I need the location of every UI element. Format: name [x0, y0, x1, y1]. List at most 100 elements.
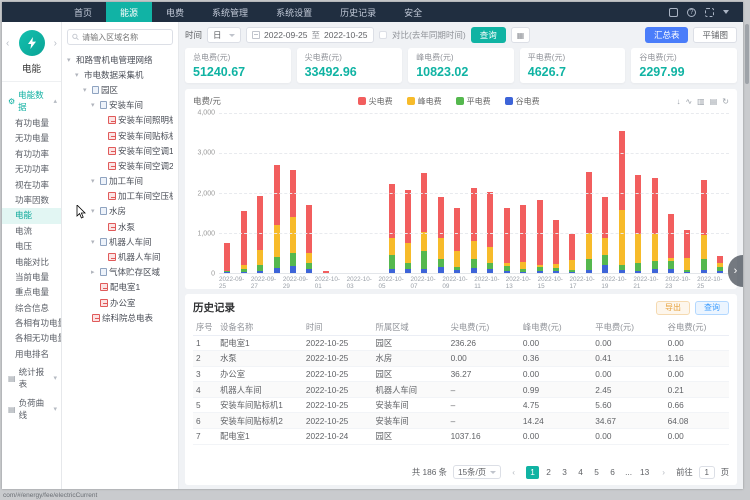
sidebar-item-功率因数[interactable]: 功率因数 [2, 193, 61, 208]
tree-node-安装车间贴标机1[interactable]: 安装车间贴标机1 [67, 128, 173, 143]
refresh-icon[interactable]: ↻ [722, 97, 729, 106]
tree-caret-icon[interactable]: ▸ [91, 268, 98, 276]
table-cell: 0.00 [520, 429, 592, 445]
prev-page-button[interactable]: ‹ [507, 466, 520, 479]
tree-node-加工车间空压机[interactable]: 加工车间空压机 [67, 189, 173, 204]
tree-node-办公室[interactable]: 办公室 [67, 295, 173, 310]
tree-caret-icon[interactable]: ▾ [91, 238, 98, 246]
table-row[interactable]: 5安装车间贴标机12022-10-25安装车间–4.755.600.66 [193, 397, 729, 413]
page-button-2[interactable]: 2 [542, 466, 555, 479]
module-prev-chevron-icon[interactable]: ‹ [6, 38, 9, 49]
page-button-13[interactable]: 13 [638, 466, 651, 479]
tile-view-button[interactable]: 平铺图 [693, 27, 737, 43]
fullscreen-icon[interactable] [705, 8, 714, 17]
sidebar-item-当前电量[interactable]: 当前电量 [2, 270, 61, 285]
tree-node-气体贮存区域[interactable]: ▸气体贮存区域 [67, 265, 173, 280]
legend-item-尖电费[interactable]: 尖电费 [358, 96, 393, 107]
menu-section-负荷曲线[interactable]: ▤负荷曲线▾ [2, 393, 61, 424]
tree-node-机器人车间[interactable]: 机器人车间 [67, 249, 173, 264]
page-button-4[interactable]: 4 [574, 466, 587, 479]
page-button-3[interactable]: 3 [558, 466, 571, 479]
tree-caret-icon[interactable]: ▾ [75, 71, 82, 79]
link-icon[interactable] [669, 8, 678, 17]
sidebar-item-电压[interactable]: 电压 [2, 239, 61, 254]
sidebar-item-综合信息[interactable]: 综合信息 [2, 301, 61, 316]
per-page-select[interactable]: 15条/页 [453, 465, 501, 479]
query-button[interactable]: 查询 [471, 27, 506, 43]
tree-node-园区[interactable]: ▾园区 [67, 82, 173, 97]
tree-search-input[interactable] [82, 33, 168, 42]
menu-section-energy-data[interactable]: ⚙ 电能数据 ▴ [2, 86, 61, 116]
summary-table-button[interactable]: 汇总表 [645, 27, 689, 43]
nav-tab-3[interactable]: 电费 [152, 2, 198, 22]
scrollbar-thumb[interactable] [745, 24, 749, 84]
nav-tab-7[interactable]: 安全 [390, 2, 436, 22]
download-icon[interactable]: ↓ [676, 97, 680, 106]
sidebar-item-电能对比[interactable]: 电能对比 [2, 255, 61, 270]
table-rows-viewport[interactable]: 序号设备名称时间所属区域尖电费(元)峰电费(元)平电费(元)谷电费(元) 1配电… [193, 319, 729, 462]
module-next-chevron-icon[interactable]: › [54, 38, 57, 49]
history-table: 序号设备名称时间所属区域尖电费(元)峰电费(元)平电费(元)谷电费(元) 1配电… [193, 319, 729, 445]
tree-node-加工车间[interactable]: ▾加工车间 [67, 174, 173, 189]
date-range-picker[interactable]: 2022-09-25 至 2022-10-25 [246, 27, 374, 43]
compare-checkbox[interactable] [379, 31, 387, 39]
tree-node-安装车间[interactable]: ▾安装车间 [67, 98, 173, 113]
help-icon[interactable]: ? [687, 8, 696, 17]
energy-module-icon[interactable] [19, 30, 45, 56]
table-row[interactable]: 4机器人车间2022-10-25机器人车间–0.992.450.21 [193, 382, 729, 398]
table-row[interactable]: 3办公室2022-10-25园区36.270.000.000.00 [193, 366, 729, 382]
legend-item-峰电费[interactable]: 峰电费 [407, 96, 442, 107]
tree-caret-icon[interactable]: ▾ [91, 101, 98, 109]
tree-caret-icon[interactable]: ▾ [91, 207, 98, 215]
page-button-6[interactable]: 6 [606, 466, 619, 479]
page-button-5[interactable]: 5 [590, 466, 603, 479]
next-page-button[interactable]: › [657, 466, 670, 479]
data-view-icon[interactable]: ▤ [710, 97, 718, 106]
tree-node-水泵[interactable]: 水泵 [67, 219, 173, 234]
tree-caret-icon[interactable]: ▾ [91, 177, 98, 185]
tree-search[interactable] [67, 29, 173, 45]
sidebar-item-视在功率[interactable]: 视在功率 [2, 178, 61, 193]
nav-tab-1[interactable]: 首页 [60, 2, 106, 22]
tree-node-安装车间空调1[interactable]: 安装车间空调1 [67, 143, 173, 158]
bar-chart-icon[interactable]: ▥ [697, 97, 705, 106]
user-menu-caret-icon[interactable] [723, 10, 729, 14]
nav-tab-2[interactable]: 能源 [106, 2, 152, 22]
nav-tab-5[interactable]: 系统设置 [262, 2, 326, 22]
line-chart-icon[interactable]: ∿ [685, 97, 692, 106]
sidebar-item-无功电量[interactable]: 无功电量 [2, 131, 61, 146]
tree-node-综科院总电表[interactable]: 综科院总电表 [67, 310, 173, 325]
sidebar-item-无功功率[interactable]: 无功功率 [2, 162, 61, 177]
menu-section-统计报表[interactable]: ▤统计报表▾ [2, 362, 61, 393]
sidebar-item-电流[interactable]: 电流 [2, 224, 61, 239]
table-row[interactable]: 6安装车间贴标机22022-10-25安装车间–14.2434.6764.08 [193, 413, 729, 429]
nav-tab-6[interactable]: 历史记录 [326, 2, 390, 22]
table-query-button[interactable]: 查询 [695, 301, 729, 315]
nav-tab-4[interactable]: 系统管理 [198, 2, 262, 22]
export-view-button[interactable]: ▦ [511, 27, 531, 43]
sidebar-item-各相无功电量[interactable]: 各相无功电量 [2, 331, 61, 346]
tree-node-机器人车间[interactable]: ▾机器人车间 [67, 234, 173, 249]
tree-node-安装车间照明机电表[interactable]: 安装车间照明机电表 [67, 113, 173, 128]
tree-node-配电室1[interactable]: 配电室1 [67, 280, 173, 295]
export-button[interactable]: 导出 [656, 301, 690, 315]
tree-node-和路雪机电管理网络[interactable]: ▾和路雪机电管理网络 [67, 52, 173, 67]
period-select[interactable]: 日 [207, 27, 241, 43]
tree-node-安装车间空调2[interactable]: 安装车间空调2 [67, 158, 173, 173]
table-row[interactable]: 2水泵2022-10-25水房0.000.360.411.16 [193, 351, 729, 367]
sidebar-item-有功电量[interactable]: 有功电量 [2, 116, 61, 131]
sidebar-item-各相有功电量[interactable]: 各相有功电量 [2, 316, 61, 331]
sidebar-item-重点电量[interactable]: 重点电量 [2, 285, 61, 300]
tree-node-市电数据采集机[interactable]: ▾市电数据采集机 [67, 67, 173, 82]
tree-caret-icon[interactable]: ▾ [67, 56, 74, 64]
table-row[interactable]: 1配电室12022-10-25园区236.260.000.000.00 [193, 335, 729, 351]
sidebar-item-有功功率[interactable]: 有功功率 [2, 147, 61, 162]
sidebar-item-用电排名[interactable]: 用电排名 [2, 347, 61, 362]
legend-item-平电费[interactable]: 平电费 [456, 96, 491, 107]
table-row[interactable]: 7配电室12022-10-24园区1037.160.000.000.00 [193, 429, 729, 445]
legend-item-谷电费[interactable]: 谷电费 [505, 96, 540, 107]
sidebar-item-电能[interactable]: 电能 [2, 208, 61, 223]
page-button-1[interactable]: 1 [526, 466, 539, 479]
tree-caret-icon[interactable]: ▾ [83, 86, 90, 94]
goto-page-input[interactable] [699, 466, 715, 479]
